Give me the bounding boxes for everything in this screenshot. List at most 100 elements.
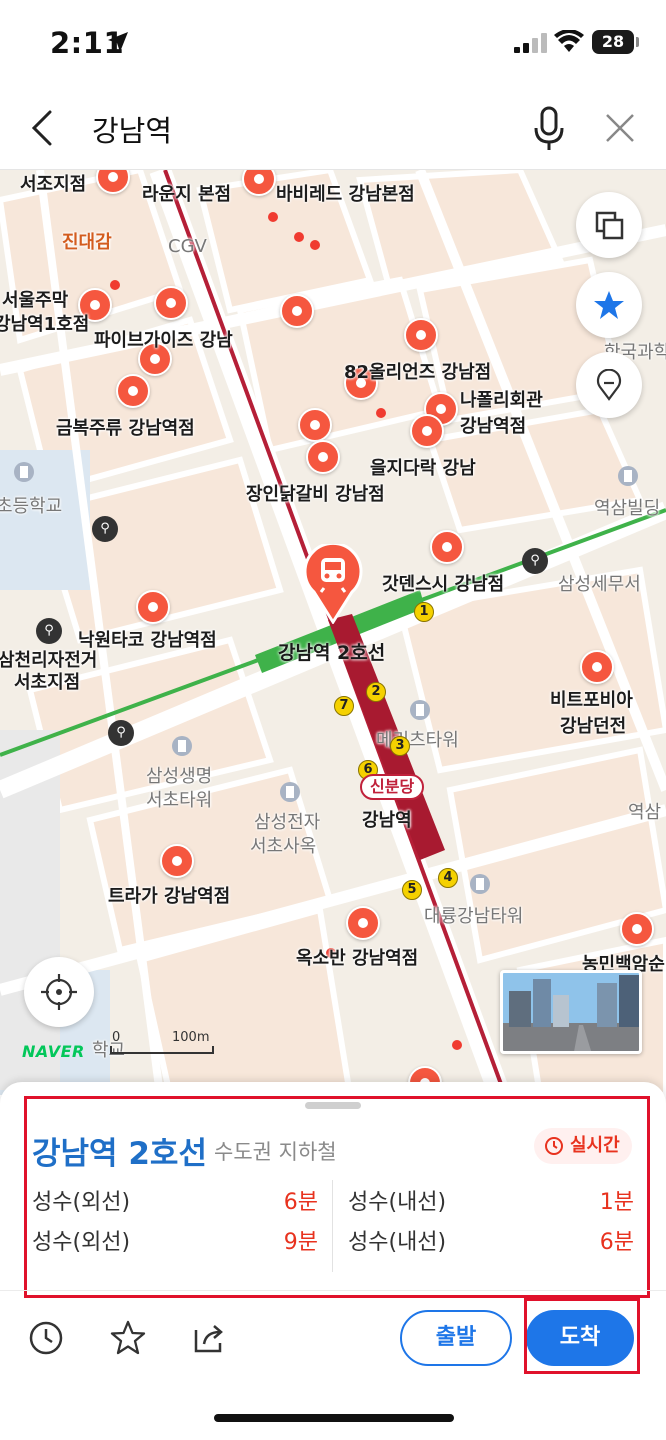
poi-dot[interactable]: [310, 240, 320, 250]
poi-pin[interactable]: [306, 440, 340, 474]
poi-label: 강남역: [362, 810, 412, 831]
poi-pin[interactable]: [410, 414, 444, 448]
poi-label: 서초지점: [14, 672, 81, 693]
poi-pin[interactable]: [280, 294, 314, 328]
poi-label: 서초타워: [146, 790, 213, 811]
poi-pin[interactable]: [404, 318, 438, 352]
poi-pin[interactable]: [620, 912, 654, 946]
current-location-button[interactable]: [24, 957, 94, 1027]
arrival-divider: [332, 1180, 333, 1272]
realtime-button[interactable]: 실시간: [534, 1128, 632, 1164]
poi-dot[interactable]: [268, 212, 278, 222]
microphone-icon[interactable]: [530, 104, 568, 154]
poi-label: 강남역점: [460, 416, 527, 437]
poi-label: 낙원타코 강남역점: [78, 630, 217, 651]
poi-dot[interactable]: [452, 1040, 462, 1050]
poi-pin[interactable]: [136, 590, 170, 624]
poi-dot[interactable]: [376, 408, 386, 418]
favorite-star-icon[interactable]: [108, 1318, 148, 1358]
building-icon: [14, 462, 34, 482]
share-icon[interactable]: [190, 1318, 230, 1358]
poi-dot[interactable]: [110, 280, 120, 290]
building-icon: [172, 736, 192, 756]
poi-pin[interactable]: [160, 844, 194, 878]
poi-pin[interactable]: [298, 408, 332, 442]
arrival-time: 9분: [283, 1230, 318, 1255]
poi-label: 서조지점: [20, 174, 87, 195]
bike-share-icon[interactable]: ⚲: [522, 548, 548, 574]
poi-label: 금복주류 강남역점: [56, 418, 195, 439]
cellular-signal-icon: [514, 33, 547, 53]
arrival-highlight-box: [524, 1298, 640, 1374]
poi-label: 갓덴스시 강남점: [382, 574, 505, 595]
poi-label: 비트포비아: [550, 690, 633, 711]
street-view-image: [503, 973, 639, 1051]
search-header: 강남역: [0, 90, 666, 170]
street-view-thumbnail[interactable]: [500, 970, 642, 1054]
history-clock-icon[interactable]: [26, 1318, 66, 1358]
poi-label: 옥소반 강남역점: [296, 948, 419, 969]
poi-pin[interactable]: [116, 374, 150, 408]
poi-label: 서초사옥: [250, 836, 317, 857]
station-exit-marker[interactable]: 3: [390, 736, 410, 756]
layers-icon: [595, 211, 624, 240]
poi-label: 서울주막: [2, 290, 69, 311]
station-label[interactable]: 강남역 2호선: [278, 638, 385, 665]
bike-share-icon[interactable]: ⚲: [92, 516, 118, 542]
poi-label: 대륭강남타워: [424, 906, 524, 927]
poi-label: 나폴리회관: [460, 390, 543, 411]
poi-label: 바비레드 강남본점: [276, 184, 415, 205]
clock-icon: [545, 1137, 563, 1155]
arrival-time: 6분: [599, 1230, 634, 1255]
home-indicator[interactable]: [214, 1414, 454, 1422]
scale-zero-label: 0: [112, 1030, 121, 1045]
map-view[interactable]: 서조지점 라운지 본점 바비레드 강남본점 진대감 CGV 서울주막 강남역1호…: [0, 170, 666, 1095]
poi-pin[interactable]: [580, 650, 614, 684]
layers-button[interactable]: [576, 192, 642, 258]
arrival-time: 6분: [283, 1190, 318, 1215]
poi-label: CGV: [168, 236, 207, 257]
arrival-direction: 성수(내선): [348, 1230, 447, 1255]
poi-dot[interactable]: [294, 232, 304, 242]
building-icon: [410, 700, 430, 720]
poi-label: 삼성생명: [146, 766, 213, 787]
poi-label: 삼성전자: [254, 812, 321, 833]
building-icon: [470, 874, 490, 894]
poi-label: 삼성세무서: [558, 574, 641, 595]
station-exit-marker[interactable]: 1: [414, 602, 434, 622]
station-title[interactable]: 강남역 2호선: [32, 1128, 207, 1173]
poi-pin[interactable]: [430, 530, 464, 564]
station-exit-marker[interactable]: 4: [438, 868, 458, 888]
departure-button[interactable]: 출발: [400, 1310, 512, 1366]
close-icon[interactable]: [602, 110, 638, 146]
sinbundang-line-badge[interactable]: 신분당: [360, 774, 425, 800]
poi-label: 역삼: [628, 802, 662, 823]
station-exit-marker[interactable]: 5: [402, 880, 422, 900]
wifi-icon: [554, 30, 584, 52]
scale-distance-label: 100m: [172, 1030, 210, 1045]
search-query[interactable]: 강남역: [92, 108, 172, 150]
station-info-sheet[interactable]: 강남역 2호선 수도권 지하철 실시간 성수(외선) 6분 성수(내선) 1분 …: [0, 1082, 666, 1440]
station-exit-marker[interactable]: 7: [334, 696, 354, 716]
bike-share-icon[interactable]: ⚲: [36, 618, 62, 644]
bike-share-icon[interactable]: ⚲: [108, 720, 134, 746]
poi-label: 강남역1호점: [0, 314, 90, 335]
poi-label: 라운지 본점: [142, 184, 232, 205]
poi-label: 역삼빌딩: [594, 498, 661, 519]
crosshair-icon: [41, 974, 77, 1010]
status-bar: 2:11 28: [0, 0, 666, 90]
poi-label: 강남던전: [560, 716, 627, 737]
favorite-places-button[interactable]: [576, 272, 642, 338]
location-arrow-icon: [108, 32, 128, 52]
poi-pin[interactable]: [154, 286, 188, 320]
arrival-direction: 성수(내선): [348, 1190, 447, 1215]
back-chevron-icon[interactable]: [26, 108, 60, 148]
poi-label: 진대감: [62, 232, 112, 253]
arrival-time: 1분: [599, 1190, 634, 1215]
train-station-marker-icon[interactable]: [302, 544, 364, 624]
poi-label: 82올리언즈 강남점: [344, 362, 492, 383]
location-pin-button[interactable]: [576, 352, 642, 418]
station-exit-marker[interactable]: 2: [366, 682, 386, 702]
building-icon: [280, 782, 300, 802]
poi-pin[interactable]: [346, 906, 380, 940]
